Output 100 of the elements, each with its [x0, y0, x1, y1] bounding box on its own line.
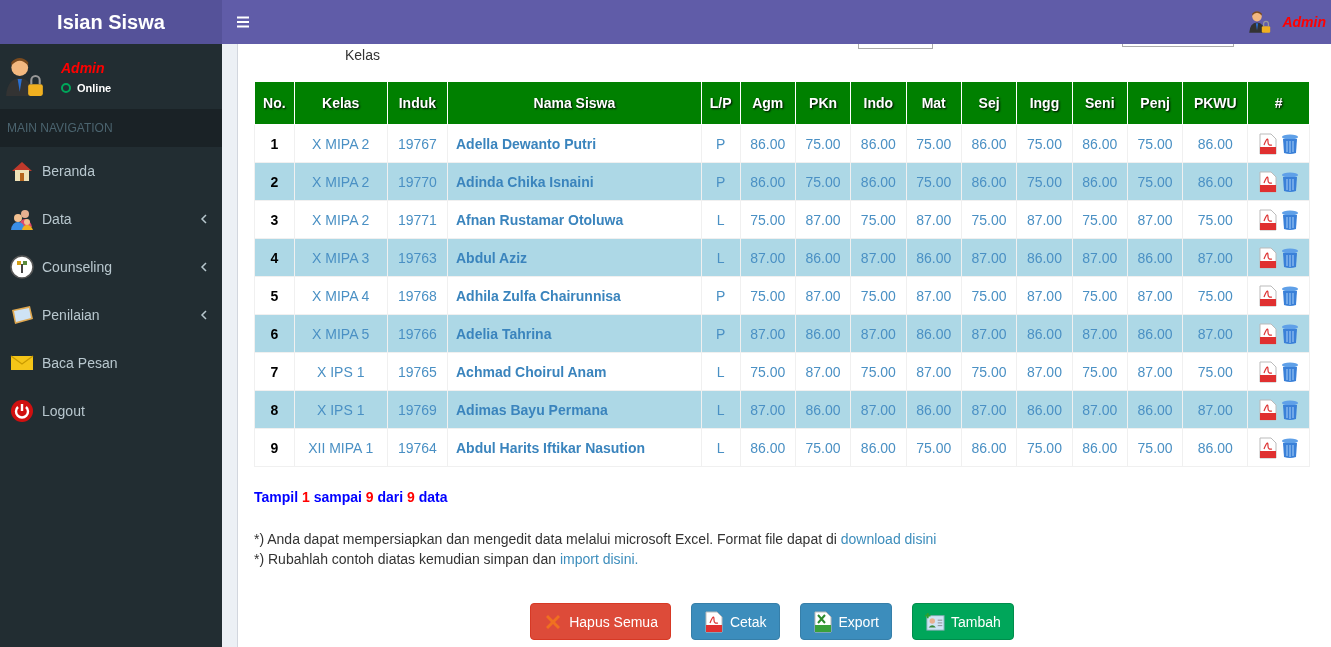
table-cell: 19768 — [387, 276, 448, 315]
table-cell: X MIPA 4 — [294, 276, 388, 315]
trash-icon[interactable] — [1280, 170, 1299, 193]
table-cell: 75.00 — [850, 276, 907, 315]
record-summary: Tampil 1 sampai 9 dari 9 data — [254, 489, 449, 505]
table-cell: 86.00 — [1072, 162, 1128, 201]
table-cell: 87.00 — [961, 314, 1017, 353]
nav-item[interactable]: Baca Pesan — [0, 339, 222, 387]
table-cell: 75.00 — [961, 200, 1017, 239]
table-cell: 19766 — [387, 314, 448, 353]
menu-icon[interactable] — [237, 16, 249, 28]
table-cell: 19765 — [387, 352, 448, 391]
table-cell: Achmad Choirul Anam — [447, 352, 702, 391]
column-header: Sej — [961, 81, 1017, 125]
action-button[interactable]: Export — [799, 603, 892, 640]
table-cell: 87.00 — [850, 314, 907, 353]
table-cell: X IPS 1 — [294, 352, 388, 391]
table-cell: 19763 — [387, 238, 448, 277]
trash-icon[interactable] — [1280, 246, 1299, 269]
nav-item[interactable]: Penilaian — [0, 291, 222, 339]
table-cell: 86.00 — [1016, 390, 1073, 429]
column-header: Nama Siswa — [447, 81, 702, 125]
table-cell: L — [701, 390, 741, 429]
table-cell: 86.00 — [1182, 428, 1248, 467]
table-cell: 1 — [254, 124, 295, 163]
table-cell: 19764 — [387, 428, 448, 467]
pdf-file-icon — [1258, 436, 1277, 459]
help-link[interactable]: import disini. — [559, 551, 639, 567]
table-cell: 75.00 — [795, 124, 851, 163]
table-cell: 86.00 — [795, 238, 851, 277]
table-cell: 75.00 — [850, 200, 907, 239]
trash-icon[interactable] — [1280, 132, 1299, 155]
pdf-file-icon — [1258, 132, 1277, 155]
column-header: PKWU — [1182, 81, 1248, 125]
table-cell: 75.00 — [795, 162, 851, 201]
table-cell: 5 — [254, 276, 295, 315]
table-cell: 75.00 — [1182, 276, 1248, 315]
table-cell: X MIPA 5 — [294, 314, 388, 353]
table-cell: P — [701, 314, 741, 353]
action-button[interactable]: Tambah — [911, 603, 1014, 640]
nav-item[interactable]: Data — [0, 195, 222, 243]
table-cell: 75.00 — [1016, 124, 1073, 163]
table-cell: 75.00 — [740, 352, 796, 391]
table-cell: 87.00 — [906, 200, 962, 239]
table-cell: 86.00 — [961, 428, 1017, 467]
people-icon — [10, 207, 34, 231]
trash-icon[interactable] — [1280, 208, 1299, 231]
table-cell: 87.00 — [1016, 352, 1073, 391]
table-cell: L — [701, 238, 741, 277]
column-header: Induk — [387, 81, 448, 125]
table-cell: 19767 — [387, 124, 448, 163]
trash-icon[interactable] — [1280, 360, 1299, 383]
table-cell: 86.00 — [1072, 124, 1128, 163]
table-cell: 86.00 — [850, 162, 907, 201]
column-header: Mat — [906, 81, 962, 125]
table-cell: 86.00 — [1127, 314, 1183, 353]
table-cell: 3 — [254, 200, 295, 239]
trash-icon[interactable] — [1280, 284, 1299, 307]
help-link[interactable]: download disini — [840, 531, 937, 547]
trash-icon[interactable] — [1280, 398, 1299, 421]
table-cell: 75.00 — [906, 162, 962, 201]
table-cell: 8 — [254, 390, 295, 429]
table-cell: Adimas Bayu Permana — [447, 390, 702, 429]
nav-item[interactable]: Beranda — [0, 147, 222, 195]
table-cell: 75.00 — [1182, 200, 1248, 239]
table-cell: P — [701, 276, 741, 315]
emblem-icon — [10, 255, 34, 279]
table-cell: 75.00 — [1127, 162, 1183, 201]
online-status-icon — [61, 82, 71, 93]
table-cell: 75.00 — [1016, 428, 1073, 467]
table-cell: 86.00 — [961, 162, 1017, 201]
house-icon — [10, 159, 34, 183]
trash-icon[interactable] — [1280, 436, 1299, 459]
nav-item[interactable]: Counseling — [0, 243, 222, 291]
table-cell: X MIPA 2 — [294, 124, 388, 163]
table-cell: Afnan Rustamar Otoluwa — [447, 200, 702, 239]
table-cell: 2 — [254, 162, 295, 201]
table-cell: 86.00 — [961, 124, 1017, 163]
select-field[interactable] — [858, 44, 933, 49]
search-field[interactable] — [1122, 44, 1234, 47]
column-header: Kelas — [294, 81, 388, 125]
table-cell: 86.00 — [1016, 314, 1073, 353]
pdf-file-icon — [1258, 246, 1277, 269]
table-cell: 75.00 — [850, 352, 907, 391]
table-cell: 75.00 — [906, 428, 962, 467]
table-cell: 86.00 — [906, 390, 962, 429]
user-avatar-icon — [4, 55, 46, 98]
trash-icon[interactable] — [1280, 322, 1299, 345]
table-cell: Abdul Harits Iftikar Nasution — [447, 428, 702, 467]
table-cell: 75.00 — [1182, 352, 1248, 391]
table-cell: X MIPA 2 — [294, 200, 388, 239]
table-cell: 87.00 — [1072, 390, 1128, 429]
table-cell: 19769 — [387, 390, 448, 429]
book-icon — [10, 303, 34, 327]
action-button[interactable]: Hapus Semua — [530, 603, 671, 640]
pdf-file-icon — [1258, 398, 1277, 421]
table-cell: 87.00 — [906, 352, 962, 391]
action-button[interactable]: Cetak — [690, 603, 780, 640]
table-cell: 86.00 — [740, 162, 796, 201]
nav-item[interactable]: Logout — [0, 387, 222, 435]
